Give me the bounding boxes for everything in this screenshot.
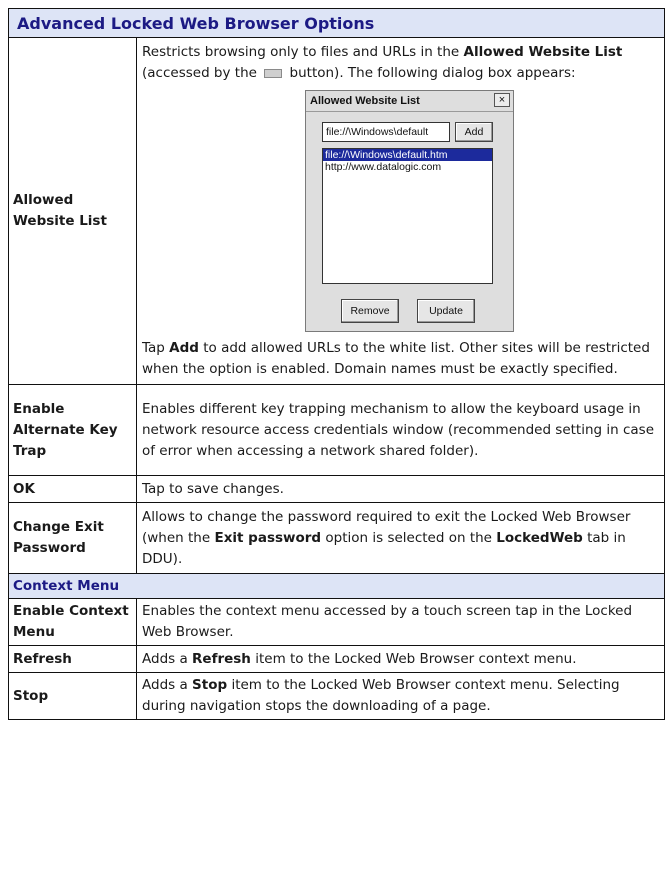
option-desc-enable-context-menu: Enables the context menu accessed by a t… [136,598,665,646]
option-desc-refresh: Adds a Refresh item to the Locked Web Br… [136,645,665,673]
table-header-row: Advanced Locked Web Browser Options [8,8,665,38]
desc-text: Restricts browsing only to files and URL… [142,44,464,60]
option-label-stop: Stop [8,672,137,720]
dialog-title-bar: Allowed Website List × [306,91,513,111]
table-row: Refresh Adds a Refresh item to the Locke… [8,645,665,673]
allowed-url-list[interactable]: file://\Windows\default.htm http://www.d… [322,148,493,284]
desc-text: button). The following dialog box appear… [285,65,576,81]
desc-bold-text: Stop [192,677,228,693]
add-button[interactable]: Add [455,122,493,142]
table-row: Change Exit Password Allows to change th… [8,502,665,574]
list-item[interactable]: file://\Windows\default.htm [323,149,492,161]
dialog-title: Allowed Website List [310,95,420,107]
desc-text: (accessed by the [142,65,262,81]
option-label-allowed-website-list: Allowed Website List [8,37,137,385]
section-header-row: Context Menu [8,573,665,599]
remove-button[interactable]: Remove [341,299,399,323]
close-icon[interactable]: × [494,93,510,107]
option-label-refresh: Refresh [8,645,137,673]
desc-bold-text: Exit password [214,529,322,546]
table-row: Stop Adds a Stop item to the Locked Web … [8,672,665,720]
desc-bold-text: Refresh [192,650,251,667]
table-row: Allowed Website List Restricts browsing … [8,37,665,385]
option-desc-ok: Tap to save changes. [136,475,665,503]
options-table: Advanced Locked Web Browser Options Allo… [8,8,665,720]
desc-bold-text: Add [169,340,199,356]
allowed-website-after-desc: Tap Add to add allowed URLs to the white… [142,338,658,384]
desc-text: option is selected on the [321,529,497,546]
option-label-enable-context-menu: Enable Context Menu [8,598,137,646]
dialog-divider [306,111,513,112]
section-title-context-menu: Context Menu [8,573,665,599]
option-label-change-exit-password: Change Exit Password [8,502,137,574]
option-desc-stop: Adds a Stop item to the Locked Web Brows… [136,672,665,720]
desc-text: Adds a [142,677,193,693]
option-desc-allowed-website-list: Restricts browsing only to files and URL… [136,37,665,385]
desc-bold-text: Allowed Website List [463,44,623,60]
allowed-website-list-dialog: Allowed Website List × file://\Windows\d… [305,90,514,332]
desc-text: to add allowed URLs to the white list. O… [142,340,650,377]
desc-text: item to the Locked Web Browser context m… [250,650,577,667]
update-button[interactable]: Update [417,299,475,323]
ellipsis-button-icon [264,68,283,78]
url-input[interactable]: file://\Windows\default [322,122,450,142]
desc-text: Tap [142,340,170,356]
allowed-website-desc: Restricts browsing only to files and URL… [142,38,658,84]
desc-text: Adds a [142,650,193,667]
list-item[interactable]: http://www.datalogic.com [323,161,492,173]
option-desc-change-exit-password: Allows to change the password required t… [136,502,665,574]
table-row: Enable Context Menu Enables the context … [8,598,665,646]
table-title: Advanced Locked Web Browser Options [8,8,665,38]
option-label-ok: OK [8,475,137,503]
table-row: OK Tap to save changes. [8,475,665,503]
table-row: Enable Alternate Key Trap Enables differ… [8,384,665,476]
option-desc-alternate-key-trap: Enables different key trapping mechanism… [136,384,665,476]
desc-bold-text: LockedWeb [496,529,583,546]
option-label-alternate-key-trap: Enable Alternate Key Trap [8,384,137,476]
